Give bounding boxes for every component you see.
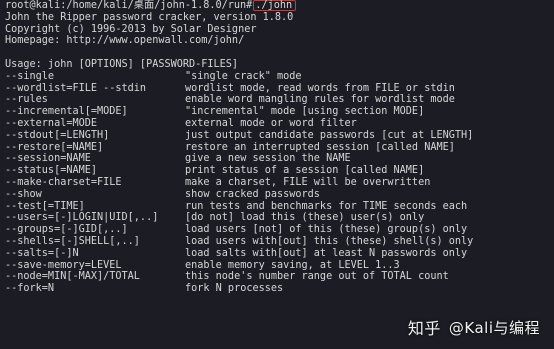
option-name: --external=MODE <box>5 117 98 129</box>
option-name: --salts=[-]N <box>5 247 79 259</box>
zhihu-logo: 知乎 <box>407 319 441 339</box>
option-name: --show <box>5 188 42 200</box>
option-name: --test[=TIME] <box>5 200 85 212</box>
option-name: --groups=[-]GID[,..] <box>5 224 128 236</box>
terminal-window[interactable]: root@kali:/home/kali/桌面/john-1.8.0/run# … <box>0 0 554 349</box>
option-description: external mode or word filter <box>185 117 357 129</box>
option-row: --show show cracked passwords <box>5 189 554 201</box>
option-row: --restore[=NAME] restore an interrupted s… <box>5 142 554 154</box>
prompt-text: root@kali:/home/kali/桌面/john-1.8.0/run# <box>5 0 253 11</box>
option-row: --users=[-]LOGIN|UID[,..] [do not] load t… <box>5 212 554 224</box>
option-row: --rules enable word mangling rules for wo… <box>5 94 554 106</box>
header-version-line: John the Ripper password cracker, versio… <box>5 11 294 23</box>
option-name: --rules <box>5 94 48 106</box>
option-description: just output candidate passwords [cut at … <box>185 129 474 141</box>
watermark-handle: @Kali与编程 <box>448 319 540 338</box>
option-name: --save-memory=LEVEL <box>5 259 122 271</box>
option-description: load salts with[out] at least N password… <box>185 247 468 259</box>
option-description: load users with[out] this (these) shell(… <box>185 235 474 247</box>
option-row: --test[=TIME] run tests and benchmarks fo… <box>5 201 554 213</box>
option-description: this node's number range out of TOTAL co… <box>185 271 449 283</box>
option-row: --stdout[=LENGTH] just output candidate p… <box>5 130 554 142</box>
option-row: --status[=NAME] print status of a session… <box>5 165 554 177</box>
option-name: --users=[-]LOGIN|UID[,..] <box>5 212 159 224</box>
option-row: --single "single crack" mode <box>5 71 554 83</box>
option-description: "incremental" mode [using section MODE] <box>185 106 425 118</box>
option-name: --make-charset=FILE <box>5 176 122 188</box>
option-description: load users [not] of this (these) group(s… <box>185 224 468 236</box>
option-description: [do not] load this (these) user(s) only <box>185 212 425 224</box>
header-homepage-line: Homepage: http://www.openwall.com/john/ <box>5 35 245 47</box>
option-row: --make-charset=FILE make a charset, FILE … <box>5 177 554 189</box>
option-row: --node=MIN[-MAX]/TOTAL this node's number… <box>5 271 554 283</box>
option-row: --save-memory=LEVEL enable memory saving,… <box>5 260 554 272</box>
option-name: --node=MIN[-MAX]/TOTAL <box>5 271 140 283</box>
option-row: --groups=[-]GID[,..] load users [not] of … <box>5 224 554 236</box>
option-name: --incremental[=MODE] <box>5 106 128 118</box>
option-row: --fork=N fork N processes <box>5 283 554 295</box>
option-row: --incremental[=MODE] "incremental" mode [… <box>5 106 554 118</box>
option-description: make a charset, FILE will be overwritten <box>185 176 431 188</box>
option-description: give a new session the NAME <box>185 153 351 165</box>
option-name: --wordlist=FILE --stdin <box>5 82 147 94</box>
prompt-line: root@kali:/home/kali/桌面/john-1.8.0/run# … <box>5 0 554 12</box>
option-name: --stdout[=LENGTH] <box>5 129 110 141</box>
option-name: --single <box>5 70 55 82</box>
option-name: --shells=[-]SHELL[,..] <box>5 235 140 247</box>
option-name: --restore[=NAME] <box>5 141 104 153</box>
usage-line: Usage: john [OPTIONS] [PASSWORD-FILES] <box>5 58 239 70</box>
options-list: --single "single crack" mode --wordlist=FI… <box>5 71 554 295</box>
option-description: fork N processes <box>185 283 284 295</box>
watermark: 知乎 @Kali与编程 <box>407 319 540 339</box>
entered-command: ./john <box>253 0 297 11</box>
option-name: --session=NAME <box>5 153 91 165</box>
option-description: run tests and benchmarks for TIME second… <box>185 200 468 212</box>
option-name: --status[=NAME] <box>5 165 98 177</box>
option-row: --wordlist=FILE --stdin wordlist mode, re… <box>5 83 554 95</box>
option-description: show cracked passwords <box>185 188 320 200</box>
header-copyright-line: Copyright (c) 1996-2013 by Solar Designe… <box>5 23 257 35</box>
option-description: print status of a session [called NAME] <box>185 165 425 177</box>
option-description: "single crack" mode <box>185 70 302 82</box>
option-row: --shells=[-]SHELL[,..] load users with[ou… <box>5 236 554 248</box>
option-row: --salts=[-]N load salts with[out] at leas… <box>5 248 554 260</box>
option-description: enable memory saving, at LEVEL 1..3 <box>185 259 400 271</box>
option-row: --external=MODE external mode or word fil… <box>5 118 554 130</box>
option-description: wordlist mode, read words from FILE or s… <box>185 82 455 94</box>
option-row: --session=NAME give a new session the NAM… <box>5 153 554 165</box>
option-name: --fork=N <box>5 283 55 295</box>
option-description: enable word mangling rules for wordlist … <box>185 94 455 106</box>
option-description: restore an interrupted session [called N… <box>185 141 455 153</box>
